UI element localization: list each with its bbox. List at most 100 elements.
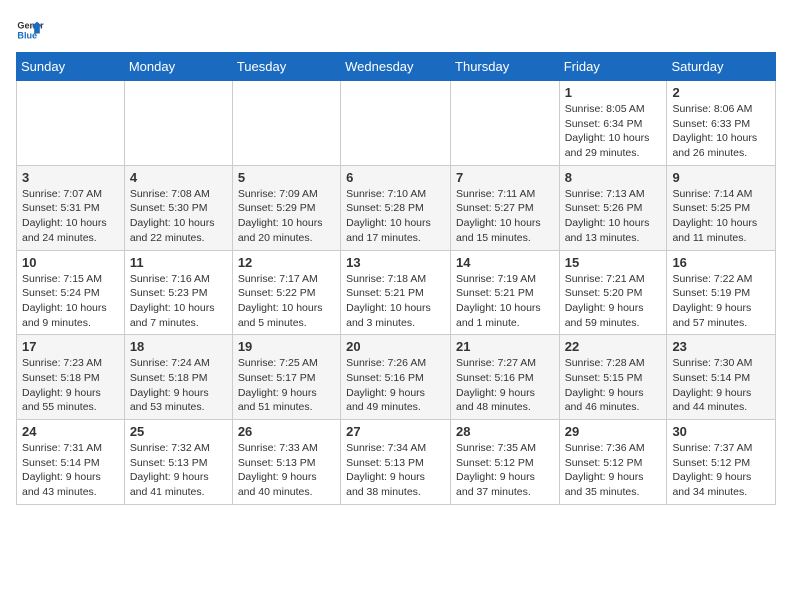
calendar-cell: 29 Sunrise: 7:36 AM Sunset: 5:12 PM Dayli… (559, 420, 667, 505)
day-number: 19 (238, 339, 335, 354)
calendar-cell: 17 Sunrise: 7:23 AM Sunset: 5:18 PM Dayli… (17, 335, 125, 420)
day-number: 15 (565, 255, 662, 270)
day-number: 16 (672, 255, 770, 270)
day-number: 28 (456, 424, 554, 439)
day-info: Sunrise: 7:11 AM Sunset: 5:27 PM Dayligh… (456, 187, 554, 246)
col-header-wednesday: Wednesday (341, 53, 451, 81)
day-info: Sunrise: 7:24 AM Sunset: 5:18 PM Dayligh… (130, 356, 227, 415)
calendar-cell: 24 Sunrise: 7:31 AM Sunset: 5:14 PM Dayli… (17, 420, 125, 505)
calendar-header-row: SundayMondayTuesdayWednesdayThursdayFrid… (17, 53, 776, 81)
calendar-cell: 23 Sunrise: 7:30 AM Sunset: 5:14 PM Dayli… (667, 335, 776, 420)
day-number: 8 (565, 170, 662, 185)
day-info: Sunrise: 7:33 AM Sunset: 5:13 PM Dayligh… (238, 441, 335, 500)
calendar-cell: 14 Sunrise: 7:19 AM Sunset: 5:21 PM Dayli… (451, 250, 560, 335)
col-header-thursday: Thursday (451, 53, 560, 81)
calendar-cell: 15Sunrise: 7:21 AM Sunset: 5:20 PM Dayli… (559, 250, 667, 335)
day-number: 26 (238, 424, 335, 439)
day-info: Sunrise: 7:37 AM Sunset: 5:12 PM Dayligh… (672, 441, 770, 500)
calendar-cell (232, 81, 340, 166)
day-info: Sunrise: 7:16 AM Sunset: 5:23 PM Dayligh… (130, 272, 227, 331)
calendar-cell: 28 Sunrise: 7:35 AM Sunset: 5:12 PM Dayli… (451, 420, 560, 505)
calendar-week-1: 1 Sunrise: 8:05 AM Sunset: 6:34 PM Daylig… (17, 81, 776, 166)
logo-icon: General Blue (16, 16, 44, 44)
calendar-cell: 5 Sunrise: 7:09 AM Sunset: 5:29 PM Daylig… (232, 165, 340, 250)
calendar-cell: 3 Sunrise: 7:07 AM Sunset: 5:31 PM Daylig… (17, 165, 125, 250)
calendar-cell: 18 Sunrise: 7:24 AM Sunset: 5:18 PM Dayli… (124, 335, 232, 420)
day-info: Sunrise: 7:32 AM Sunset: 5:13 PM Dayligh… (130, 441, 227, 500)
calendar-cell: 12 Sunrise: 7:17 AM Sunset: 5:22 PM Dayli… (232, 250, 340, 335)
col-header-monday: Monday (124, 53, 232, 81)
calendar-week-2: 3 Sunrise: 7:07 AM Sunset: 5:31 PM Daylig… (17, 165, 776, 250)
day-info: Sunrise: 8:05 AM Sunset: 6:34 PM Dayligh… (565, 102, 662, 161)
calendar-cell (451, 81, 560, 166)
day-number: 22 (565, 339, 662, 354)
day-info: Sunrise: 7:09 AM Sunset: 5:29 PM Dayligh… (238, 187, 335, 246)
calendar-cell: 4 Sunrise: 7:08 AM Sunset: 5:30 PM Daylig… (124, 165, 232, 250)
calendar-cell: 11Sunrise: 7:16 AM Sunset: 5:23 PM Dayli… (124, 250, 232, 335)
day-number: 7 (456, 170, 554, 185)
day-info: Sunrise: 7:28 AM Sunset: 5:15 PM Dayligh… (565, 356, 662, 415)
col-header-saturday: Saturday (667, 53, 776, 81)
col-header-friday: Friday (559, 53, 667, 81)
day-info: Sunrise: 7:34 AM Sunset: 5:13 PM Dayligh… (346, 441, 445, 500)
day-info: Sunrise: 7:31 AM Sunset: 5:14 PM Dayligh… (22, 441, 119, 500)
calendar-week-5: 24 Sunrise: 7:31 AM Sunset: 5:14 PM Dayli… (17, 420, 776, 505)
day-info: Sunrise: 7:10 AM Sunset: 5:28 PM Dayligh… (346, 187, 445, 246)
day-info: Sunrise: 7:26 AM Sunset: 5:16 PM Dayligh… (346, 356, 445, 415)
calendar-cell: 13Sunrise: 7:18 AM Sunset: 5:21 PM Dayli… (341, 250, 451, 335)
calendar-cell: 16 Sunrise: 7:22 AM Sunset: 5:19 PM Dayli… (667, 250, 776, 335)
calendar-cell: 25 Sunrise: 7:32 AM Sunset: 5:13 PM Dayli… (124, 420, 232, 505)
calendar-table: SundayMondayTuesdayWednesdayThursdayFrid… (16, 52, 776, 505)
day-info: Sunrise: 7:36 AM Sunset: 5:12 PM Dayligh… (565, 441, 662, 500)
calendar-week-3: 10 Sunrise: 7:15 AM Sunset: 5:24 PM Dayli… (17, 250, 776, 335)
day-info: Sunrise: 7:25 AM Sunset: 5:17 PM Dayligh… (238, 356, 335, 415)
day-info: Sunrise: 7:13 AM Sunset: 5:26 PM Dayligh… (565, 187, 662, 246)
day-number: 17 (22, 339, 119, 354)
day-info: Sunrise: 7:22 AM Sunset: 5:19 PM Dayligh… (672, 272, 770, 331)
day-number: 14 (456, 255, 554, 270)
day-number: 30 (672, 424, 770, 439)
day-info: Sunrise: 7:27 AM Sunset: 5:16 PM Dayligh… (456, 356, 554, 415)
day-info: Sunrise: 7:18 AM Sunset: 5:21 PM Dayligh… (346, 272, 445, 331)
day-number: 20 (346, 339, 445, 354)
calendar-cell: 26 Sunrise: 7:33 AM Sunset: 5:13 PM Dayli… (232, 420, 340, 505)
day-number: 3 (22, 170, 119, 185)
calendar-cell (341, 81, 451, 166)
day-number: 25 (130, 424, 227, 439)
calendar-cell: 6Sunrise: 7:10 AM Sunset: 5:28 PM Daylig… (341, 165, 451, 250)
day-info: Sunrise: 7:07 AM Sunset: 5:31 PM Dayligh… (22, 187, 119, 246)
day-info: Sunrise: 7:14 AM Sunset: 5:25 PM Dayligh… (672, 187, 770, 246)
day-info: Sunrise: 7:17 AM Sunset: 5:22 PM Dayligh… (238, 272, 335, 331)
calendar-cell: 30 Sunrise: 7:37 AM Sunset: 5:12 PM Dayli… (667, 420, 776, 505)
calendar-cell (124, 81, 232, 166)
svg-text:Blue: Blue (17, 30, 37, 40)
calendar-week-4: 17 Sunrise: 7:23 AM Sunset: 5:18 PM Dayli… (17, 335, 776, 420)
day-number: 29 (565, 424, 662, 439)
calendar-cell: 21Sunrise: 7:27 AM Sunset: 5:16 PM Dayli… (451, 335, 560, 420)
day-number: 10 (22, 255, 119, 270)
day-number: 5 (238, 170, 335, 185)
logo: General Blue (16, 16, 44, 44)
calendar-cell: 2 Sunrise: 8:06 AM Sunset: 6:33 PM Daylig… (667, 81, 776, 166)
day-info: Sunrise: 8:06 AM Sunset: 6:33 PM Dayligh… (672, 102, 770, 161)
day-info: Sunrise: 7:15 AM Sunset: 5:24 PM Dayligh… (22, 272, 119, 331)
day-info: Sunrise: 7:23 AM Sunset: 5:18 PM Dayligh… (22, 356, 119, 415)
day-info: Sunrise: 7:19 AM Sunset: 5:21 PM Dayligh… (456, 272, 554, 331)
day-info: Sunrise: 7:30 AM Sunset: 5:14 PM Dayligh… (672, 356, 770, 415)
day-number: 4 (130, 170, 227, 185)
day-number: 23 (672, 339, 770, 354)
day-info: Sunrise: 7:35 AM Sunset: 5:12 PM Dayligh… (456, 441, 554, 500)
day-number: 12 (238, 255, 335, 270)
day-number: 24 (22, 424, 119, 439)
col-header-tuesday: Tuesday (232, 53, 340, 81)
day-number: 1 (565, 85, 662, 100)
calendar-cell: 7 Sunrise: 7:11 AM Sunset: 5:27 PM Daylig… (451, 165, 560, 250)
day-number: 2 (672, 85, 770, 100)
page-header: General Blue (16, 16, 776, 44)
day-number: 18 (130, 339, 227, 354)
day-number: 27 (346, 424, 445, 439)
calendar-cell: 19 Sunrise: 7:25 AM Sunset: 5:17 PM Dayli… (232, 335, 340, 420)
calendar-cell: 8 Sunrise: 7:13 AM Sunset: 5:26 PM Daylig… (559, 165, 667, 250)
calendar-cell: 9Sunrise: 7:14 AM Sunset: 5:25 PM Daylig… (667, 165, 776, 250)
day-info: Sunrise: 7:08 AM Sunset: 5:30 PM Dayligh… (130, 187, 227, 246)
